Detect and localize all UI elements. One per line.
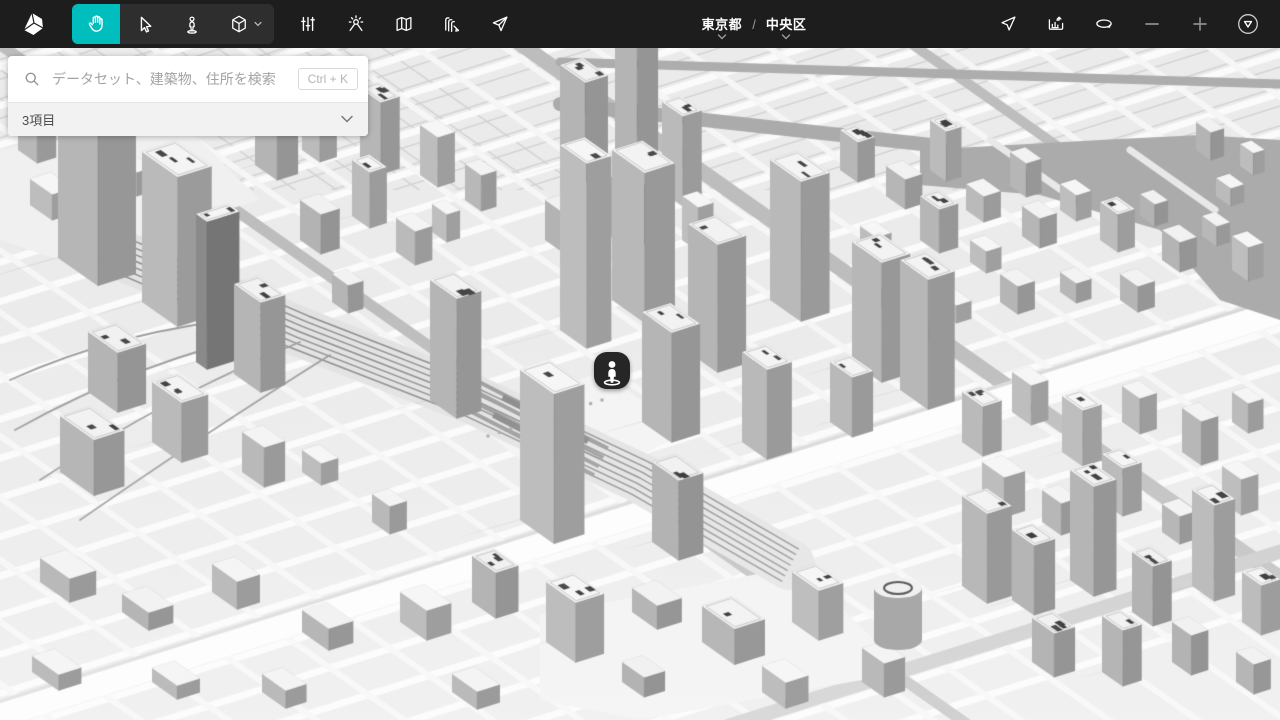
app-window: 東京都 / 中央区 <box>0 0 1280 720</box>
chart-export-icon <box>1045 13 1067 35</box>
breadcrumb-prefecture[interactable]: 東京都 <box>702 18 743 40</box>
plus-icon <box>1189 13 1211 35</box>
sunlight-icon <box>345 13 367 35</box>
orbit-icon <box>1093 13 1115 35</box>
sketch-layers-icon <box>441 13 463 35</box>
share-button[interactable] <box>476 4 524 44</box>
timeline-export-button[interactable] <box>1032 4 1080 44</box>
sketch-tool-button[interactable] <box>428 4 476 44</box>
cursor-icon <box>133 13 155 35</box>
chevron-down-icon <box>340 115 354 124</box>
map-book-icon <box>393 13 415 35</box>
zoom-out-button[interactable] <box>1128 4 1176 44</box>
navigation-arrow-icon <box>997 13 1019 35</box>
pedestrian-marker[interactable] <box>593 351 631 393</box>
orbit-rotate-button[interactable] <box>1080 4 1128 44</box>
app-logo-button[interactable] <box>12 2 56 46</box>
dataset-items-count: 3項目 <box>22 110 55 129</box>
breadcrumb-separator: / <box>752 18 756 32</box>
zoom-in-button[interactable] <box>1176 4 1224 44</box>
hand-icon <box>85 13 107 35</box>
story-map-button[interactable] <box>380 4 428 44</box>
map-control-group <box>984 4 1272 44</box>
select-tool-button[interactable] <box>120 4 168 44</box>
search-panel: Ctrl + K 3項目 <box>8 56 368 136</box>
pedestrian-marker-icon <box>593 351 631 393</box>
dataset-items-row[interactable]: 3項目 <box>8 102 368 136</box>
view-tool-group <box>72 4 274 44</box>
sun-shadow-button[interactable] <box>332 4 380 44</box>
search-icon <box>22 69 42 89</box>
chevron-down-icon <box>781 34 791 40</box>
search-input[interactable] <box>52 71 288 87</box>
app-logo-icon <box>19 9 49 39</box>
breadcrumb: 東京都 / 中央区 <box>702 18 807 40</box>
adjust-settings-button[interactable] <box>284 4 332 44</box>
prefecture-label: 東京都 <box>702 18 743 32</box>
scene-tool-group <box>284 4 524 44</box>
breadcrumb-municipality[interactable]: 中央区 <box>766 18 807 40</box>
minus-icon <box>1141 13 1163 35</box>
sliders-icon <box>297 13 319 35</box>
top-toolbar: 東京都 / 中央区 <box>0 0 1280 48</box>
compass-icon <box>1236 12 1260 36</box>
keyboard-shortcut-badge: Ctrl + K <box>298 68 358 90</box>
model-3d-button[interactable] <box>216 4 274 44</box>
municipality-label: 中央区 <box>766 18 807 32</box>
search-row[interactable]: Ctrl + K <box>8 56 368 102</box>
chevron-down-icon <box>717 34 727 40</box>
paper-plane-icon <box>489 13 511 35</box>
pedestrian-icon <box>181 13 203 35</box>
compass-button[interactable] <box>1224 4 1272 44</box>
cube-icon <box>228 13 250 35</box>
chevron-down-icon <box>253 19 263 29</box>
pan-tool-button[interactable] <box>72 4 120 44</box>
pedestrian-view-button[interactable] <box>168 4 216 44</box>
geolocation-button[interactable] <box>984 4 1032 44</box>
